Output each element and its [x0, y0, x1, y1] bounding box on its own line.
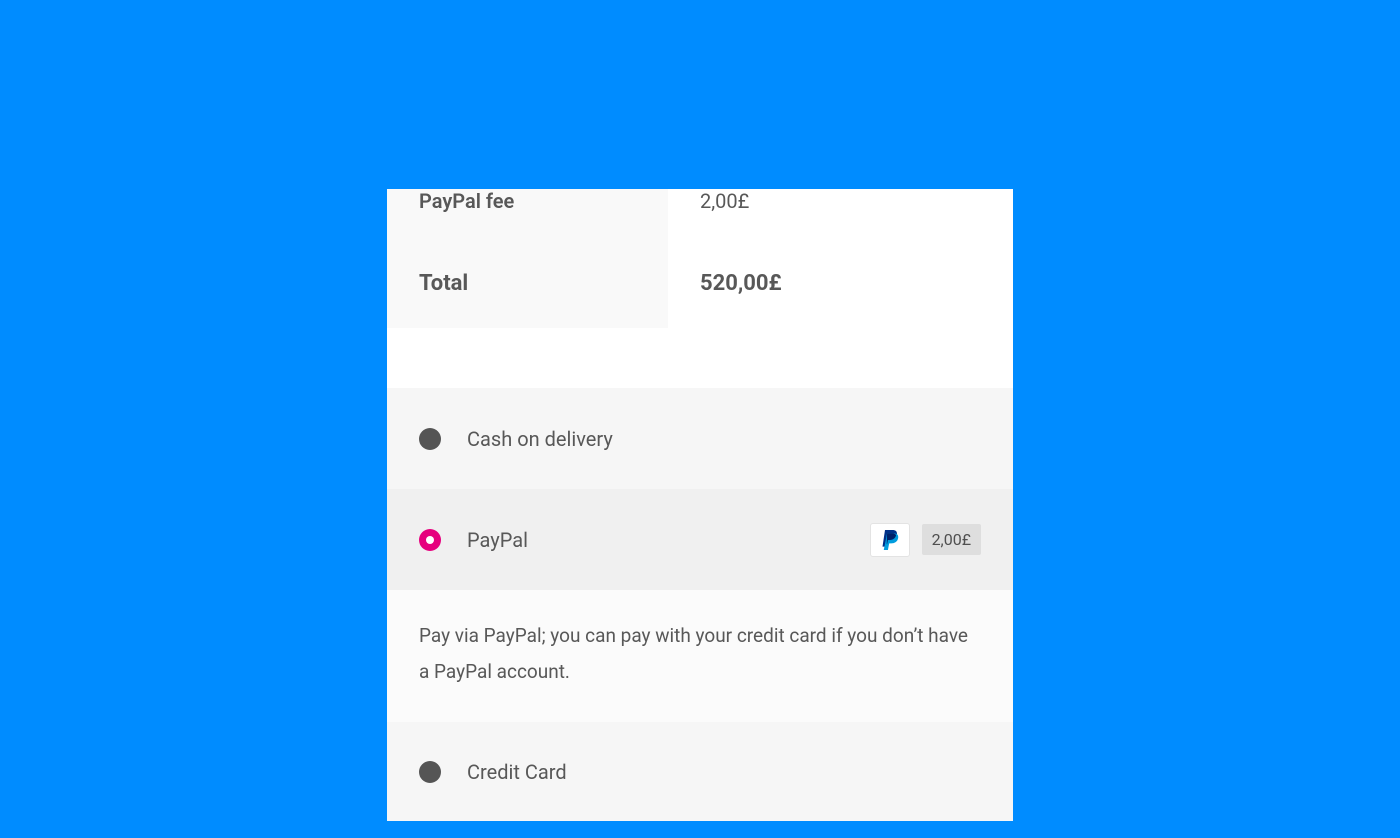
paypal-description: Pay via PayPal; you can pay with your cr… — [387, 590, 1013, 722]
payment-option-credit-card[interactable]: Credit Card — [387, 722, 1013, 821]
credit-card-label: Credit Card — [467, 760, 981, 784]
paypal-fee-label: PayPal fee — [419, 189, 514, 213]
total-label: Total — [419, 271, 468, 296]
order-summary-table: PayPal fee 2,00£ Total 520,00£ — [387, 189, 1013, 328]
payment-option-cod[interactable]: Cash on delivery — [387, 388, 1013, 489]
paypal-extra: 2,00£ — [870, 523, 981, 557]
paypal-label: PayPal — [467, 528, 870, 552]
radio-unselected-icon[interactable] — [419, 428, 441, 450]
radio-selected-icon[interactable] — [419, 529, 441, 551]
payment-option-paypal[interactable]: PayPal 2,00£ — [387, 489, 1013, 590]
radio-unselected-icon[interactable] — [419, 761, 441, 783]
total-value: 520,00£ — [700, 271, 782, 296]
paypal-icon — [870, 523, 910, 557]
paypal-fee-value: 2,00£ — [700, 189, 749, 213]
cod-label: Cash on delivery — [467, 427, 981, 451]
checkout-panel: PayPal fee 2,00£ Total 520,00£ — [387, 189, 1013, 821]
paypal-fee-tag: 2,00£ — [922, 524, 981, 555]
spacer — [387, 328, 1013, 388]
payment-methods-list: Cash on delivery PayPal 2,00£ Pay via Pa… — [387, 388, 1013, 821]
